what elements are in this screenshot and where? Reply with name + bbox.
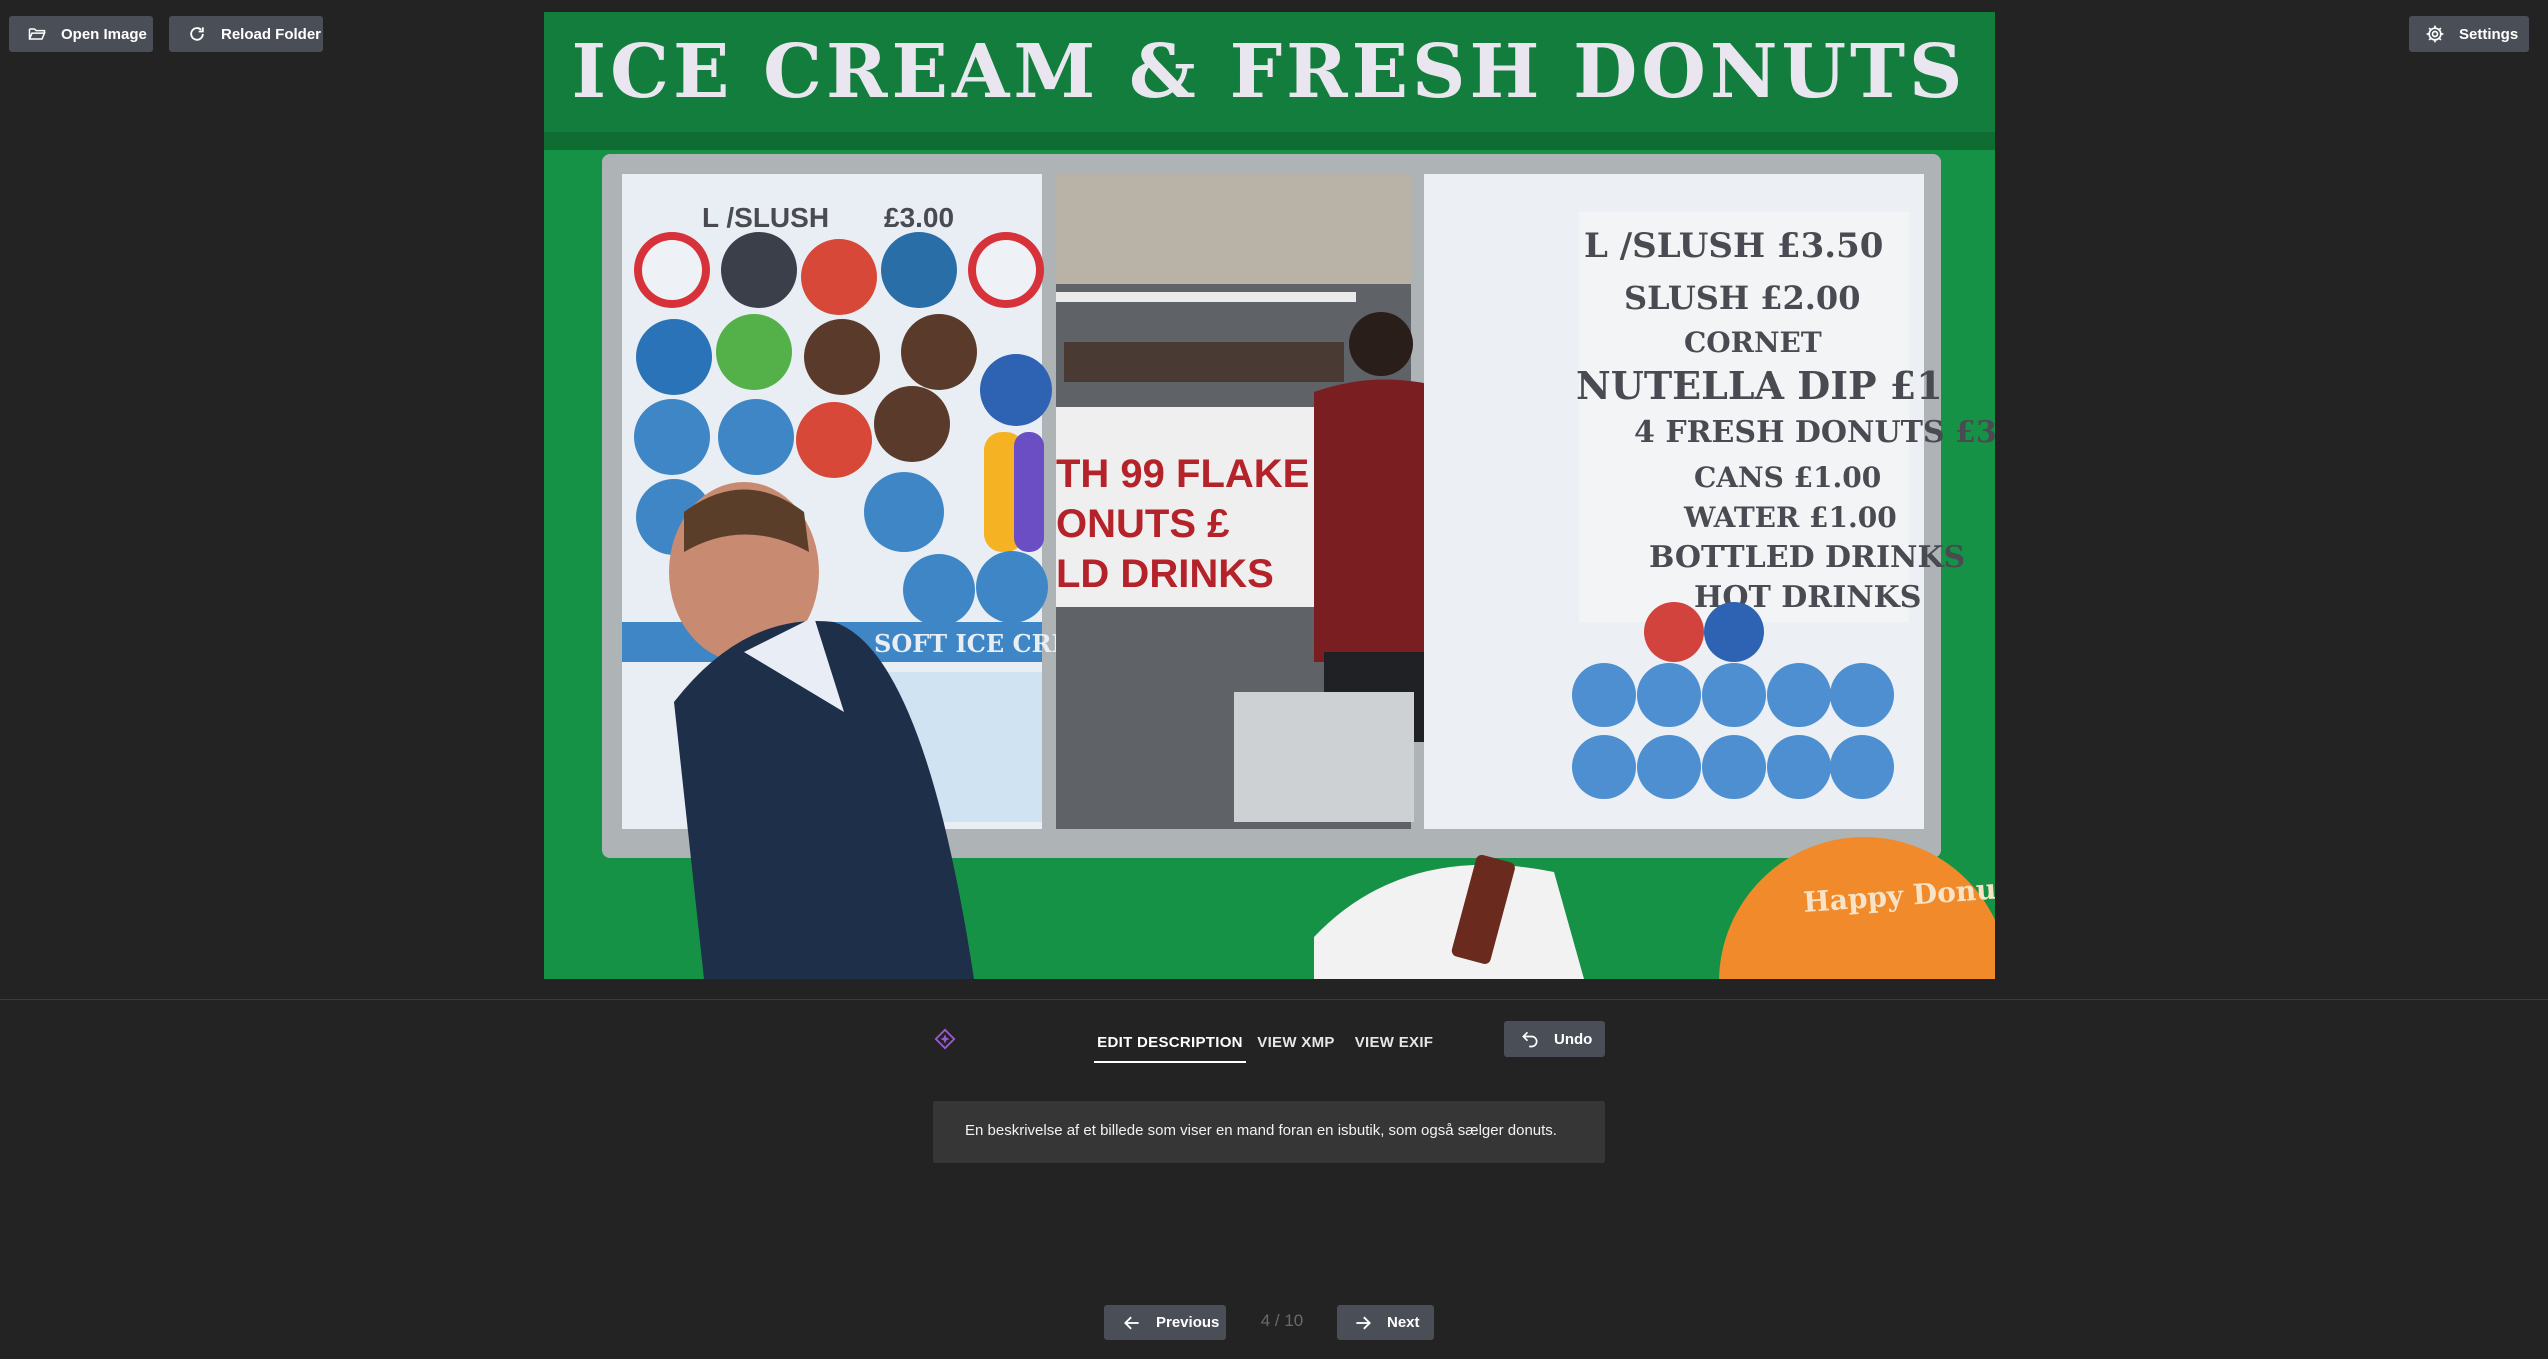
arrow-left-icon [1124,1316,1139,1329]
svg-text:L /SLUSH: L /SLUSH [702,202,829,233]
settings-label: Settings [2459,25,2519,43]
open-image-button[interactable]: Open Image [9,16,153,52]
tab-view-exif[interactable]: VIEW EXIF [1352,1022,1436,1062]
svg-text:TH 99 FLAKE: TH 99 FLAKE [1056,452,1309,496]
reload-folder-label: Reload Folder [221,25,322,43]
svg-text:CORNET: CORNET [1684,326,1822,359]
previous-label: Previous [1156,1314,1220,1331]
svg-text:CANS £1.00: CANS £1.00 [1694,461,1881,494]
sign-text: ICE CREAM & FRESH DONUTS [571,29,1966,115]
image-counter: 4 / 10 [1260,1311,1304,1330]
left-menu: L /SLUSH £3.00 [702,202,954,233]
next-label: Next [1387,1314,1420,1331]
svg-text:L /SLUSH £3.50: L /SLUSH £3.50 [1584,226,1883,266]
tab-edit-description[interactable]: EDIT DESCRIPTION [1094,1022,1246,1062]
svg-text:ONUTS £: ONUTS £ [1056,502,1229,546]
tab-view-xmp[interactable]: VIEW XMP [1256,1022,1336,1062]
active-tab-indicator [1094,1061,1246,1063]
svg-text:SLUSH £2.00: SLUSH £2.00 [1624,279,1860,317]
svg-text:£3.00: £3.00 [884,202,954,233]
ice-cream-truck-photo: ICE CREAM & FRESH DONUTS L /SLUSH £3.00 [544,12,1995,979]
folder-open-icon [28,28,46,40]
undo-label: Undo [1554,1030,1593,1048]
settings-button[interactable]: Settings [2409,16,2529,52]
undo-button[interactable]: Undo [1504,1021,1605,1057]
panel-divider [0,999,2548,1000]
gear-icon [2426,25,2444,43]
description-editor[interactable]: En beskrivelse af et billede som viser e… [933,1101,1605,1163]
description-text: En beskrivelse af et billede som viser e… [965,1122,1557,1139]
svg-text:NUTELLA DIP £1: NUTELLA DIP £1 [1576,363,1943,408]
previous-button[interactable]: Previous [1104,1305,1226,1340]
svg-text:WATER £1.00: WATER £1.00 [1683,501,1897,534]
svg-text:4 FRESH DONUTS £3.50: 4 FRESH DONUTS £3.50 [1634,415,1995,450]
open-image-label: Open Image [61,25,147,43]
photo-viewer: ICE CREAM & FRESH DONUTS L /SLUSH £3.00 [544,12,1995,979]
refresh-icon [190,27,204,41]
undo-icon [1522,1031,1538,1048]
arrow-right-icon [1356,1316,1371,1329]
next-button[interactable]: Next [1337,1305,1434,1340]
svg-text:BOTTLED DRINKS: BOTTLED DRINKS [1649,540,1965,575]
reload-folder-button[interactable]: Reload Folder [169,16,323,52]
svg-text:LD DRINKS: LD DRINKS [1056,552,1274,596]
ai-sparkle-icon[interactable] [934,1028,956,1050]
